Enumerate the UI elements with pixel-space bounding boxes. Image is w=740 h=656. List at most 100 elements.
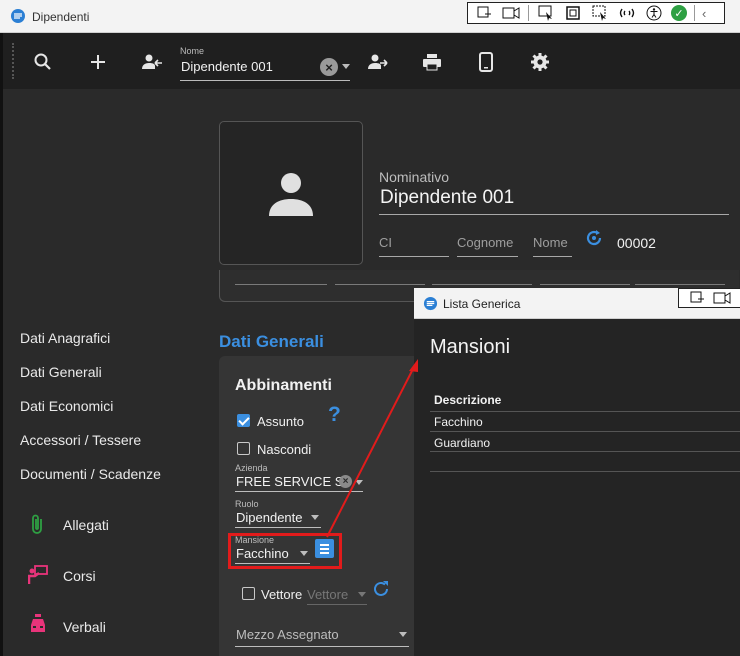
field-underline: [307, 604, 367, 605]
nominativo-input[interactable]: Dipendente 001: [380, 187, 514, 209]
toolbar-grip: [12, 43, 14, 79]
chevron-down-icon[interactable]: [342, 64, 350, 69]
paperclip-icon: [32, 514, 42, 534]
inspect-add-icon[interactable]: [689, 290, 705, 306]
search-button[interactable]: [30, 49, 56, 75]
assunto-label: Assunto: [257, 414, 304, 429]
video-icon[interactable]: [713, 291, 731, 305]
employee-photo[interactable]: [219, 121, 363, 265]
nascondi-checkbox[interactable]: [237, 442, 250, 455]
main-toolbar: Nome Dipendente 001 ×: [0, 33, 740, 89]
popup-titlebar: Lista Generica: [414, 288, 740, 319]
check-icon[interactable]: ✓: [671, 5, 687, 21]
collapse-icon[interactable]: ‹: [702, 6, 706, 21]
card-title: Abbinamenti: [235, 377, 332, 394]
refresh-code-icon[interactable]: [585, 229, 603, 247]
police-car-icon: [31, 614, 45, 632]
sidebar-item-documenti-scadenze[interactable]: Documenti / Scadenze: [20, 466, 161, 482]
refresh-icon[interactable]: [372, 580, 390, 598]
next-user-button[interactable]: [365, 49, 391, 75]
ruolo-select[interactable]: Dipendente: [236, 510, 303, 525]
nascondi-label: Nascondi: [257, 442, 312, 457]
field-underline: [235, 527, 321, 528]
employee-code: 00002: [617, 235, 656, 251]
help-icon[interactable]: ?: [328, 403, 341, 427]
grid-line: [430, 471, 740, 472]
cognome-field[interactable]: Cognome: [457, 235, 513, 250]
sidebar-item-dati-anagrafici[interactable]: Dati Anagrafici: [20, 330, 110, 346]
list-item[interactable]: Facchino: [434, 415, 483, 429]
name-field-label: Nome: [180, 46, 205, 56]
grid-line: [430, 451, 740, 452]
add-button[interactable]: [85, 49, 111, 75]
binding-icon[interactable]: [617, 4, 637, 22]
highlight-box: [228, 533, 342, 569]
print-button[interactable]: [419, 49, 445, 75]
section-title: Dati Generali: [219, 332, 324, 351]
name-selector[interactable]: Nome Dipendente 001 ×: [180, 46, 350, 82]
gear-icon: [531, 53, 549, 71]
accessibility-icon[interactable]: [644, 4, 664, 22]
smartphone-icon: [479, 52, 493, 72]
mobile-button[interactable]: [473, 49, 499, 75]
ruolo-label: Ruolo: [235, 499, 259, 509]
lista-generica-window: Lista Generica Mansioni Descrizione Facc…: [414, 288, 740, 656]
field-underline: [379, 256, 449, 257]
list-item[interactable]: Guardiano: [434, 436, 490, 450]
previous-user-button[interactable]: [139, 49, 165, 75]
clear-icon[interactable]: ×: [320, 58, 338, 76]
user-next-icon: [368, 54, 388, 69]
inspect-add-icon[interactable]: [474, 4, 494, 22]
clear-icon[interactable]: ×: [339, 475, 352, 488]
field-underline: [379, 214, 729, 215]
sidebar-item-allegati[interactable]: Allegati: [63, 517, 109, 533]
hit-test-icon[interactable]: [590, 4, 610, 22]
azienda-select[interactable]: FREE SERVICE SRL: [236, 474, 341, 489]
grid-line: [430, 431, 740, 432]
mezzo-assegnato-select[interactable]: Mezzo Assegnato: [236, 627, 339, 642]
name-field-value[interactable]: Dipendente 001: [181, 59, 273, 74]
frame-icon[interactable]: [563, 4, 583, 22]
nominativo-label: Nominativo: [379, 169, 450, 185]
sidebar-item-dati-economici[interactable]: Dati Economici: [20, 398, 113, 414]
vettore-label: Vettore: [261, 587, 303, 602]
sidebar-item-corsi[interactable]: Corsi: [63, 568, 96, 584]
search-icon: [34, 53, 51, 70]
chevron-down-icon[interactable]: [355, 480, 363, 485]
field-underline: [235, 646, 409, 647]
popup-debug-toolbar: [678, 288, 740, 308]
grid-line: [430, 411, 740, 412]
popup-heading: Mansioni: [430, 336, 511, 358]
app-logo-icon: [423, 296, 438, 311]
vettore-checkbox[interactable]: [242, 587, 255, 600]
field-underline: [533, 256, 572, 257]
ci-field[interactable]: CI: [379, 235, 392, 250]
chevron-down-icon[interactable]: [358, 592, 366, 597]
sidebar-item-dati-generali[interactable]: Dati Generali: [20, 364, 102, 380]
popup-title: Lista Generica: [443, 297, 521, 311]
printer-icon: [423, 54, 441, 71]
select-element-icon[interactable]: [536, 4, 556, 22]
vettore-select[interactable]: Vettore: [307, 587, 348, 602]
teacher-icon: [28, 565, 48, 584]
divider: [528, 5, 529, 21]
debug-toolbar: ✓ ‹: [467, 2, 725, 24]
sidebar-item-verbali[interactable]: Verbali: [63, 619, 106, 635]
left-edge: [0, 33, 3, 656]
divider: [694, 5, 695, 21]
window-title: Dipendenti: [32, 10, 90, 24]
chevron-down-icon[interactable]: [399, 632, 407, 637]
video-icon[interactable]: [501, 4, 521, 22]
column-header[interactable]: Descrizione: [434, 393, 501, 407]
window-titlebar: Dipendenti ✓ ‹: [0, 0, 740, 33]
assunto-checkbox[interactable]: [237, 414, 250, 427]
user-previous-icon: [142, 54, 162, 69]
settings-button[interactable]: [527, 49, 553, 75]
app-logo-icon: [11, 9, 25, 23]
azienda-label: Azienda: [235, 463, 268, 473]
field-underline: [180, 80, 350, 81]
sidebar-item-accessori-tessere[interactable]: Accessori / Tessere: [20, 432, 141, 448]
chevron-down-icon[interactable]: [311, 515, 319, 520]
nome-field[interactable]: Nome: [533, 235, 568, 250]
plus-icon: [91, 55, 105, 69]
